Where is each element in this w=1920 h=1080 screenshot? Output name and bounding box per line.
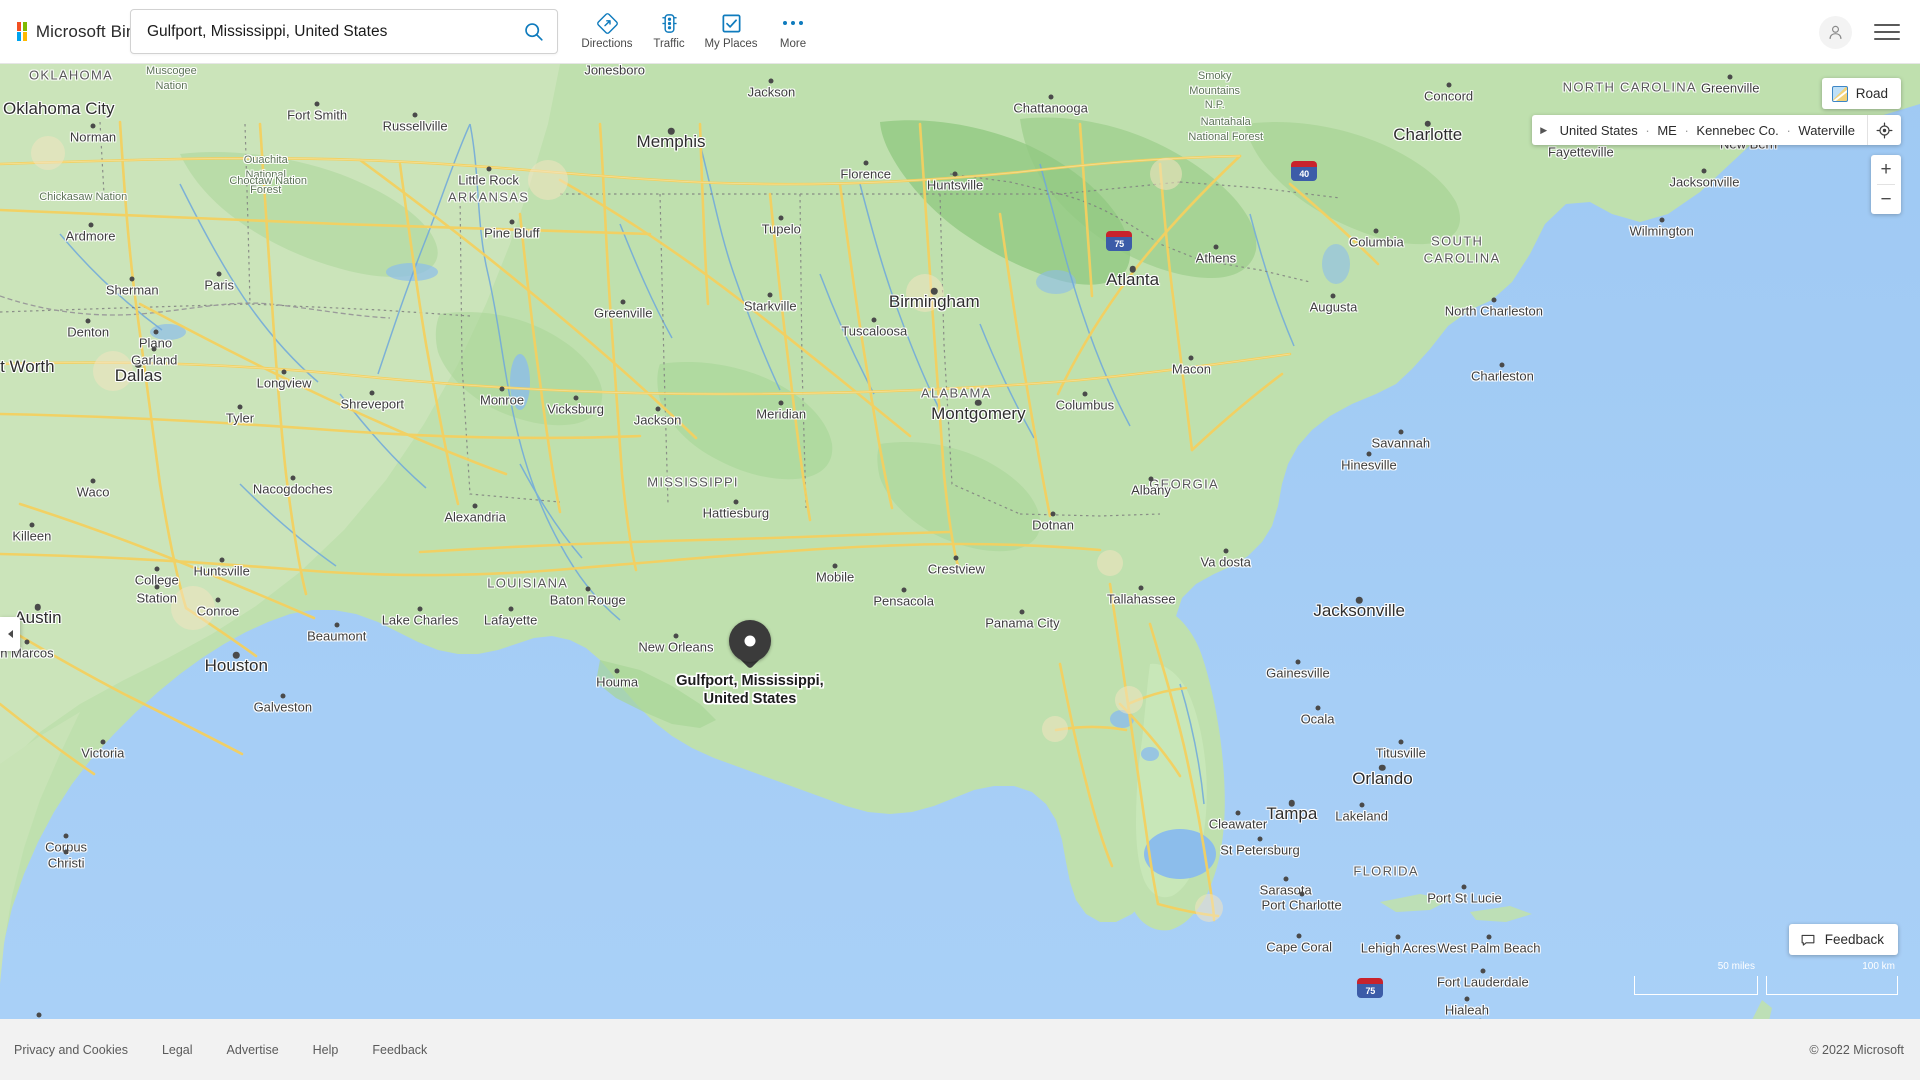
tool-more[interactable]: More [762, 6, 824, 50]
zoom-out-button[interactable]: − [1871, 185, 1901, 214]
footer-link-advertise[interactable]: Advertise [227, 1043, 279, 1057]
breadcrumb-part-city: Waterville [1798, 122, 1855, 138]
map-style-icon [1831, 85, 1848, 102]
breadcrumb-part-country: United States [1559, 122, 1638, 138]
page-footer: Privacy and Cookies Legal Advertise Help… [0, 1019, 1920, 1080]
breadcrumb-separator: · [1786, 122, 1791, 138]
breadcrumb-expand-button[interactable]: ▶ [1532, 125, 1556, 136]
hamburger-bar [1874, 24, 1900, 26]
locate-target-icon [1876, 122, 1893, 138]
breadcrumb-text[interactable]: United States · ME · Kennebec Co. · Wate… [1556, 123, 1867, 138]
microsoft-logo-icon [17, 22, 27, 41]
ellipsis-icon [782, 11, 804, 35]
map-tools-bar: Directions Traffic My Places More [576, 6, 824, 58]
brand-name: Microsoft Bing [35, 21, 145, 41]
map-style-label: Road [1855, 86, 1888, 101]
header-right-controls [1819, 0, 1900, 64]
person-avatar-icon [1829, 25, 1842, 39]
footer-links: Privacy and Cookies Legal Advertise Help… [14, 1043, 427, 1057]
chevron-left-icon [7, 630, 13, 638]
map-style-button[interactable]: Road [1821, 78, 1901, 109]
footer-link-legal[interactable]: Legal [162, 1043, 193, 1057]
copyright-notice: © 2022 Microsoft [1809, 1042, 1904, 1057]
traffic-light-icon [658, 11, 681, 35]
map-feedback-button[interactable]: Feedback [1788, 924, 1898, 955]
tool-label: More [779, 38, 807, 50]
tool-label: Traffic [653, 38, 685, 50]
footer-link-help[interactable]: Help [313, 1043, 339, 1057]
speech-bubble-icon [1801, 934, 1815, 946]
tool-traffic[interactable]: Traffic [638, 6, 700, 50]
app-header: Microsoft Bing Directions [0, 0, 1920, 64]
directions-diamond-icon [596, 11, 619, 35]
breadcrumb-part-state: ME [1657, 122, 1677, 138]
checkbox-icon [720, 11, 743, 35]
map-canvas[interactable]: OKLAHOMA ARKANSAS MISSISSIPPI LOUISIANA ALAB… [0, 64, 1920, 1019]
collapse-panel-button[interactable] [0, 617, 20, 651]
search-input[interactable] [131, 22, 509, 41]
location-breadcrumb[interactable]: ▶ United States · ME · Kennebec Co. · Wa… [1531, 115, 1901, 145]
search-box[interactable] [130, 9, 558, 54]
search-icon [524, 23, 543, 41]
tool-label: My Places [704, 38, 758, 50]
hamburger-bar [1874, 31, 1900, 33]
breadcrumb-separator: · [1684, 122, 1689, 138]
hamburger-menu-button[interactable] [1874, 22, 1900, 42]
search-button[interactable] [509, 10, 557, 53]
zoom-controls: + − [1871, 155, 1901, 214]
breadcrumb-part-county: Kennebec Co. [1696, 122, 1779, 138]
hamburger-bar [1874, 38, 1900, 40]
footer-link-feedback[interactable]: Feedback [372, 1043, 427, 1057]
footer-link-privacy[interactable]: Privacy and Cookies [14, 1043, 128, 1057]
locate-me-button[interactable] [1867, 115, 1901, 145]
bing-brand-logo[interactable]: Microsoft Bing [17, 22, 145, 42]
tool-my-places[interactable]: My Places [700, 6, 762, 50]
map-feedback-label: Feedback [1824, 932, 1884, 947]
breadcrumb-separator: · [1645, 122, 1650, 138]
account-avatar-button[interactable] [1819, 15, 1852, 49]
tool-directions[interactable]: Directions [576, 6, 638, 50]
tool-label: Directions [581, 38, 633, 50]
zoom-in-button[interactable]: + [1871, 155, 1901, 184]
map-tiles [0, 64, 1920, 1019]
